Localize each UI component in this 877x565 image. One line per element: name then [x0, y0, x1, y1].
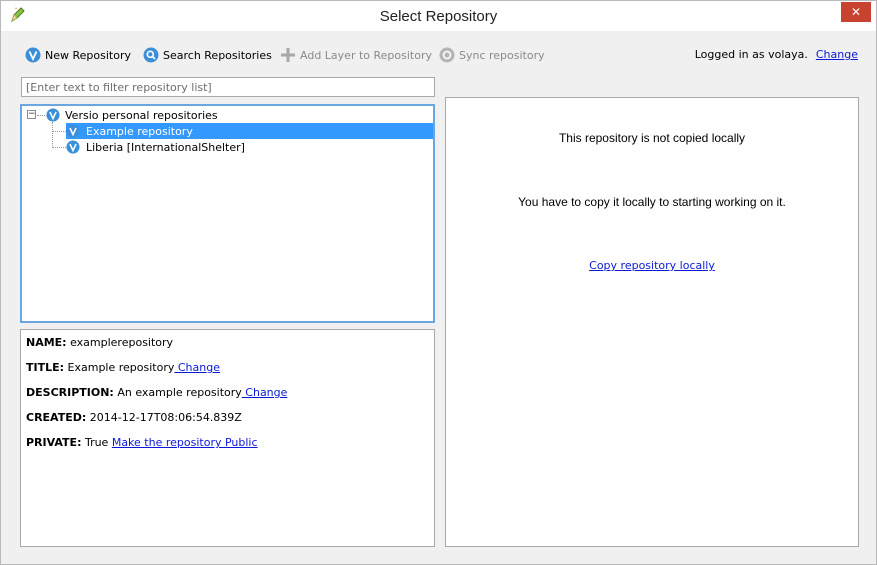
filter-input[interactable] — [21, 77, 435, 97]
copy-instruction-message: You have to copy it locally to starting … — [518, 195, 786, 209]
toolbar: New Repository Search Repositories Add L… — [21, 45, 858, 67]
tree-connector — [52, 131, 66, 132]
detail-title: TITLE: Example repository Change — [26, 361, 220, 374]
name-value: examplerepository — [66, 336, 174, 349]
change-user-link[interactable]: Change — [816, 48, 858, 61]
detail-created: CREATED: 2014-12-17T08:06:54.839Z — [26, 411, 242, 424]
new-repository-button[interactable]: New Repository — [25, 45, 131, 65]
created-label: CREATED: — [26, 411, 87, 424]
tree-item-liberia[interactable]: Liberia [InternationalShelter] — [66, 139, 245, 155]
add-layer-label: Add Layer to Repository — [300, 48, 432, 62]
select-repository-dialog: Select Repository ✕ New Repository Searc… — [0, 0, 877, 565]
tree-item-label: Liberia [InternationalShelter] — [86, 140, 245, 154]
new-repository-label: New Repository — [45, 48, 131, 62]
close-button[interactable]: ✕ — [841, 2, 871, 22]
search-icon — [143, 47, 159, 63]
private-label: PRIVATE: — [26, 436, 82, 449]
detail-private: PRIVATE: True Make the repository Public — [26, 436, 258, 449]
logged-in-text: Logged in as volaya. — [694, 48, 808, 61]
tree-connector — [52, 147, 66, 148]
login-status: Logged in as volaya. Change — [695, 48, 858, 61]
add-layer-button[interactable]: Add Layer to Repository — [280, 45, 432, 65]
sync-repository-button[interactable]: Sync repository — [439, 45, 545, 65]
make-public-link[interactable]: Make the repository Public — [112, 436, 258, 449]
tree-item-example-repository[interactable]: Example repository — [66, 123, 433, 139]
tree-item-label: Example repository — [86, 124, 193, 138]
versio-v-icon — [66, 124, 80, 138]
name-label: NAME: — [26, 336, 67, 349]
tree-root-item[interactable]: Versio personal repositories — [46, 107, 218, 123]
description-value: An example repository — [113, 386, 242, 399]
tree-connector — [52, 122, 53, 148]
title-bar: Select Repository ✕ — [1, 1, 876, 31]
search-repositories-button[interactable]: Search Repositories — [143, 45, 272, 65]
detail-description: DESCRIPTION: An example repository Chang… — [26, 386, 287, 399]
not-copied-message: This repository is not copied locally — [558, 131, 746, 145]
title-change-link[interactable]: Change — [174, 361, 220, 374]
versio-v-icon — [46, 108, 60, 122]
repository-details: NAME: examplerepository TITLE: Example r… — [20, 329, 435, 547]
private-value: True — [81, 436, 112, 449]
sync-repository-label: Sync repository — [459, 48, 545, 62]
tree-root-label: Versio personal repositories — [65, 108, 218, 122]
plus-icon — [280, 47, 296, 63]
collapse-icon[interactable]: − — [27, 110, 36, 119]
versio-v-icon — [25, 47, 41, 63]
copy-repository-link[interactable]: Copy repository locally — [589, 259, 715, 272]
description-change-link[interactable]: Change — [242, 386, 287, 399]
title-label: TITLE: — [26, 361, 65, 374]
tree-connector — [37, 115, 45, 116]
versio-v-icon — [66, 140, 80, 154]
created-value: 2014-12-17T08:06:54.839Z — [86, 411, 242, 424]
description-label: DESCRIPTION: — [26, 386, 114, 399]
search-repositories-label: Search Repositories — [163, 48, 272, 62]
sync-icon — [439, 47, 455, 63]
detail-name: NAME: examplerepository — [26, 336, 173, 349]
title-value: Example repository — [64, 361, 175, 374]
repository-status-panel: This repository is not copied locally Yo… — [445, 97, 859, 547]
window-title: Select Repository — [379, 8, 498, 25]
repository-tree[interactable]: − Versio personal repositories Example r… — [20, 104, 435, 323]
